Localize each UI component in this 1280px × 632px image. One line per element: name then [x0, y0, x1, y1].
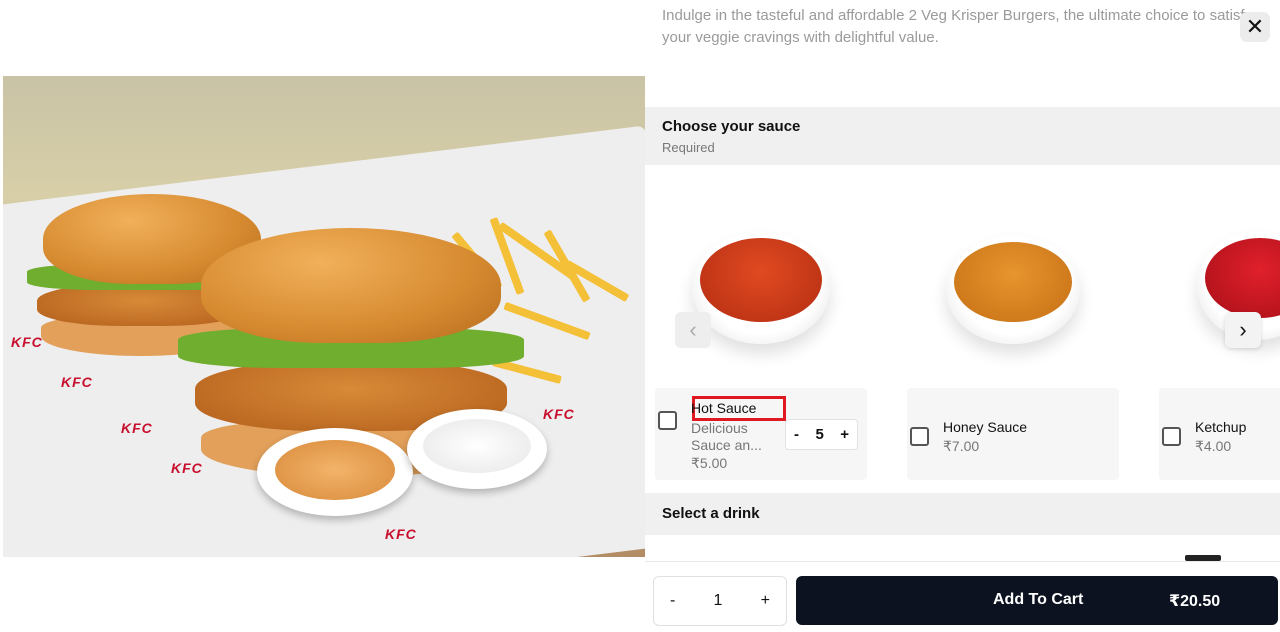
sauce-price: ₹7.00 [943, 438, 980, 454]
sauce-option-honey-sauce[interactable]: Honey Sauce ₹7.00 [907, 388, 1119, 480]
section-title: Select a drink [662, 505, 760, 522]
qty-increment-button[interactable]: + [761, 592, 770, 610]
kfc-logo: KFC [11, 334, 43, 350]
hot-sauce-image [692, 232, 830, 344]
product-description: Indulge in the tasteful and affordable 2… [662, 7, 1253, 46]
drink-section-header: Select a drink [645, 493, 1280, 535]
product-image: KFC KFC KFC KFC KFC KFC [3, 76, 645, 557]
increment-button[interactable]: + [840, 426, 849, 443]
honey-sauce-image [946, 236, 1080, 344]
close-icon[interactable]: ✕ [1240, 12, 1270, 42]
section-title: Choose your sauce [662, 118, 801, 135]
sauce-qty-stepper: - 5 + [785, 419, 858, 450]
sauce-name: Honey Sauce [943, 419, 1028, 435]
kfc-logo: KFC [543, 406, 575, 422]
kfc-logo: KFC [121, 420, 153, 436]
add-to-cart-label: Add To Cart [993, 591, 1084, 608]
product-options-panel: Indulge in the tasteful and affordable 2… [645, 0, 1280, 632]
carousel-next-icon[interactable]: › [1225, 312, 1261, 348]
quantity-stepper: - 1 + [653, 576, 787, 626]
decrement-button[interactable]: - [794, 426, 799, 443]
sauce-qty-value: 5 [815, 426, 824, 443]
hot-sauce-checkbox[interactable] [658, 411, 677, 430]
sauce-price: ₹4.00 [1195, 438, 1232, 454]
cart-total: ₹20.50 [1169, 593, 1221, 610]
qty-value: 1 [713, 592, 723, 609]
ketchup-checkbox[interactable] [1162, 427, 1181, 446]
kfc-logo: KFC [61, 374, 93, 390]
sauce-option-hot-sauce[interactable]: Hot Sauce Delicious Sauce an... ₹5.00 - … [655, 388, 867, 480]
sauce-name: Ketchup [1195, 419, 1247, 435]
add-to-cart-button[interactable]: Add To Cart ₹20.50 [796, 576, 1278, 625]
sauce-price: ₹5.00 [691, 455, 728, 471]
sauce-description: Delicious Sauce an... [691, 420, 762, 453]
qty-decrement-button[interactable]: - [670, 592, 675, 610]
sauce-name: Hot Sauce [691, 400, 757, 416]
sauce-option-ketchup[interactable]: Ketchup ₹4.00 [1159, 388, 1280, 480]
sauce-section-header: Choose your sauce Required [645, 107, 1280, 165]
carousel-prev-icon[interactable]: ‹ [675, 312, 711, 348]
kfc-logo: KFC [171, 460, 203, 476]
cart-footer: - 1 + Add To Cart ₹20.50 [645, 561, 1280, 632]
honey-sauce-checkbox[interactable] [910, 427, 929, 446]
section-required: Required [662, 140, 715, 155]
kfc-logo: KFC [385, 526, 417, 542]
